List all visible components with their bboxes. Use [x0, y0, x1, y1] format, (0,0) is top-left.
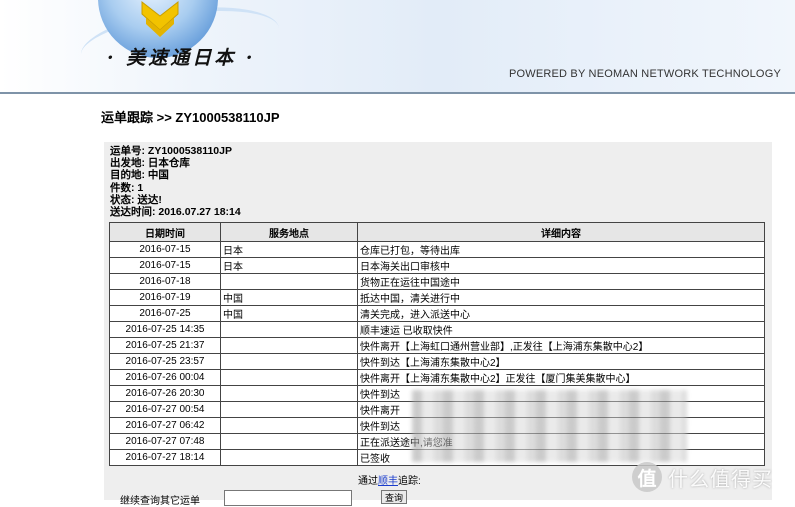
redacted-mosaic	[412, 390, 687, 462]
waybill-number: 运单号: ZY1000538110JP	[110, 145, 232, 157]
table-row: 2016-07-25 21:37 快件离开【上海虹口通州营业部】,正发往【上海浦东…	[109, 337, 765, 354]
row-detail: 快件离开【上海浦东集散中心2】正发往【厦门集美集散中心】	[357, 369, 765, 386]
row-datetime: 2016-07-25 23:57	[109, 353, 221, 370]
row-location	[220, 353, 358, 370]
row-datetime: 2016-07-27 07:48	[109, 433, 221, 450]
row-detail: 快件到达【上海浦东集散中心2】	[357, 353, 765, 370]
column-header-location: 服务地点	[220, 222, 358, 242]
row-detail: 仓库已打包，等待出库	[357, 241, 765, 258]
table-header-row: 日期时间 服务地点 详细内容	[109, 222, 765, 242]
brand-name: · 美速通日本 ·	[107, 47, 256, 69]
row-detail: 货物正在运往中国途中	[357, 273, 765, 290]
destination: 目的地: 中国	[110, 169, 169, 182]
row-location	[220, 417, 358, 434]
site-watermark: 值 什么值得买	[632, 460, 773, 494]
via-prefix: 通过	[358, 476, 378, 487]
table-row: 2016-07-25 23:57 快件到达【上海浦东集散中心2】	[109, 353, 765, 370]
row-datetime: 2016-07-27 06:42	[109, 417, 221, 434]
row-location	[220, 369, 358, 386]
row-location: 日本	[220, 241, 358, 258]
table-row: 2016-07-18 货物正在运往中国途中	[109, 273, 765, 290]
watermark-text: 什么值得买	[668, 466, 773, 491]
query-button[interactable]: 查询	[381, 490, 407, 504]
column-header-datetime: 日期时间	[109, 222, 221, 242]
row-datetime: 2016-07-15	[109, 241, 221, 258]
carrier-tracking-line: 通过顺丰追踪:	[358, 472, 421, 487]
piece-count: 件数: 1	[110, 181, 144, 194]
table-row: 2016-07-26 00:04 快件离开【上海浦东集散中心2】正发往【厦门集美集…	[109, 369, 765, 386]
row-detail: 抵达中国，清关进行中	[357, 289, 765, 306]
row-datetime: 2016-07-27 18:14	[109, 449, 221, 466]
table-row: 2016-07-25 中国 清关完成，进入派送中心	[109, 305, 765, 322]
row-detail: 快件离开【上海虹口通州营业部】,正发往【上海浦东集散中心2】	[357, 337, 765, 354]
status: 状态: 送达!	[110, 193, 162, 206]
table-row: 2016-07-15 日本 日本海关出口审核中	[109, 257, 765, 274]
row-location	[220, 385, 358, 402]
watermark-badge: 值	[632, 462, 662, 492]
row-datetime: 2016-07-15	[109, 257, 221, 274]
row-location	[220, 337, 358, 354]
row-location: 中国	[220, 289, 358, 306]
row-datetime: 2016-07-25 21:37	[109, 337, 221, 354]
row-location	[220, 433, 358, 450]
column-header-detail: 详细内容	[357, 222, 765, 242]
row-datetime: 2016-07-18	[109, 273, 221, 290]
carrier-link[interactable]: 顺丰	[378, 476, 398, 487]
row-location	[220, 449, 358, 466]
delivered-time: 送达时间: 2016.07.27 18:14	[110, 206, 241, 219]
chevron-logo-icon	[141, 0, 179, 37]
row-datetime: 2016-07-26 00:04	[109, 369, 221, 386]
row-location: 中国	[220, 305, 358, 322]
row-detail: 清关完成，进入派送中心	[357, 305, 765, 322]
row-detail: 日本海关出口审核中	[357, 257, 765, 274]
table-row: 2016-07-19 中国 抵达中国，清关进行中	[109, 289, 765, 306]
table-row: 2016-07-25 14:35 顺丰速运 已收取快件	[109, 321, 765, 338]
origin: 出发地: 日本仓库	[110, 157, 190, 170]
table-row: 2016-07-15 日本 仓库已打包，等待出库	[109, 241, 765, 258]
row-location: 日本	[220, 257, 358, 274]
site-header: · 美速通日本 · POWERED BY NEOMAN NETWORK TECH…	[0, 0, 795, 94]
powered-by-text: POWERED BY NEOMAN NETWORK TECHNOLOGY	[508, 68, 781, 80]
row-datetime: 2016-07-27 00:54	[109, 401, 221, 418]
row-datetime: 2016-07-25 14:35	[109, 321, 221, 338]
row-location	[220, 321, 358, 338]
row-datetime: 2016-07-19	[109, 289, 221, 306]
row-datetime: 2016-07-25	[109, 305, 221, 322]
waybill-search-input[interactable]	[224, 490, 352, 506]
row-detail: 顺丰速运 已收取快件	[357, 321, 765, 338]
page-title: 运单跟踪 >> ZY1000538110JP	[101, 110, 280, 125]
row-datetime: 2016-07-26 20:30	[109, 385, 221, 402]
waybill-info: 运单号: ZY1000538110JP 出发地: 日本仓库 目的地: 中国 件数…	[110, 145, 241, 218]
via-suffix: 追踪:	[398, 476, 421, 487]
row-location	[220, 273, 358, 290]
row-location	[220, 401, 358, 418]
